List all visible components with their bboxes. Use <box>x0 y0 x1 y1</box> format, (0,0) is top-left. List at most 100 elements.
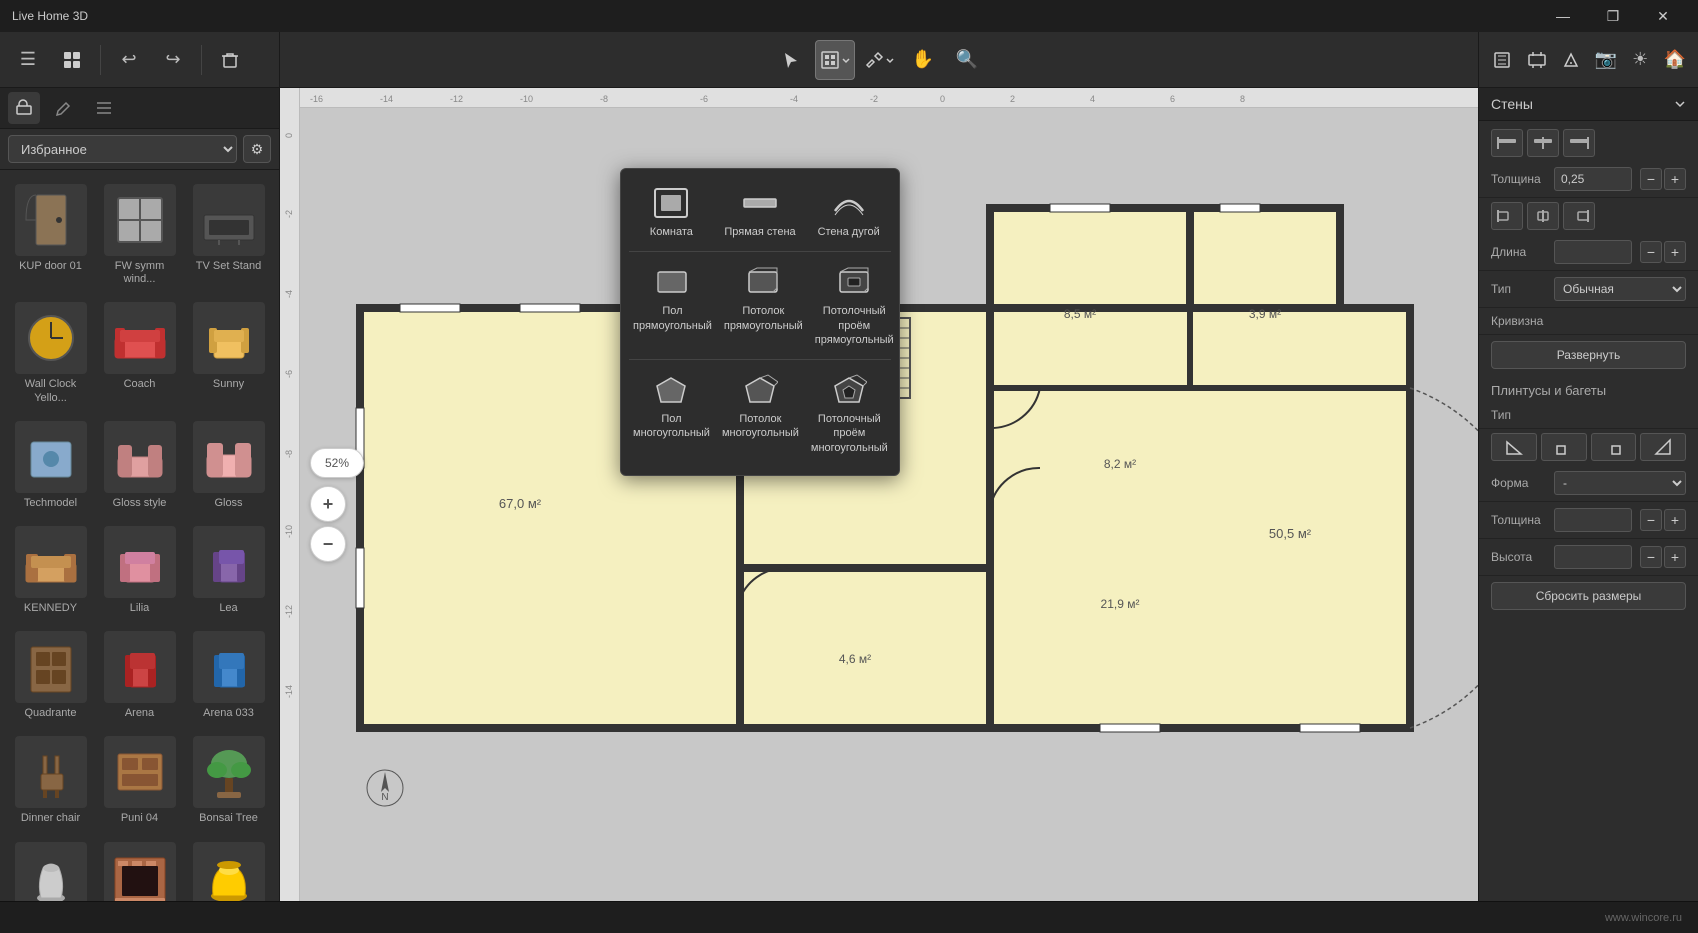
walls-button[interactable] <box>815 40 855 80</box>
popup-rect-floor[interactable]: Пол прямоугольный <box>629 256 716 355</box>
thickness-input[interactable] <box>1554 167 1632 191</box>
list-item[interactable]: Pot <box>186 836 271 902</box>
item-thumbnail <box>104 842 176 902</box>
popup-rect-ceiling-label: Потолок прямоугольный <box>724 304 803 333</box>
rt-btn6[interactable]: 🏠 <box>1660 40 1691 80</box>
skirting-thickness-stepper: − + <box>1640 509 1686 531</box>
skirting-shape-select[interactable]: - <box>1554 471 1686 495</box>
popup-poly-ceiling[interactable]: Потолок многоугольный <box>718 364 803 463</box>
category-settings-button[interactable]: ⚙ <box>243 135 271 163</box>
minimize-button[interactable]: — <box>1540 0 1586 32</box>
item-label: Techmodel <box>24 497 77 510</box>
tools-button[interactable] <box>859 40 899 80</box>
list-item[interactable]: Bonsai Tree <box>186 730 271 831</box>
delete-button[interactable] <box>210 40 250 80</box>
length-decrement[interactable]: − <box>1640 241 1662 263</box>
skirting-type-label: Тип <box>1491 408 1546 422</box>
list-item[interactable]: Gloss style <box>97 415 182 516</box>
popup-arc-wall[interactable]: Стена дугой <box>806 177 891 247</box>
list-item[interactable]: FW symm wind... <box>97 178 182 292</box>
svg-text:6: 6 <box>1170 94 1175 104</box>
cursor-button[interactable] <box>771 40 811 80</box>
length-increment[interactable]: + <box>1664 241 1686 263</box>
popup-divider-2 <box>629 359 891 360</box>
tab-furniture[interactable] <box>8 92 40 124</box>
svg-text:67,0 м²: 67,0 м² <box>499 496 542 511</box>
skirting-thickness-input[interactable] <box>1554 508 1632 532</box>
wall-align-right[interactable] <box>1563 129 1595 157</box>
list-item[interactable]: KENNEDY <box>8 520 93 621</box>
thickness-stepper: − + <box>1640 168 1686 190</box>
thickness-increment[interactable]: + <box>1664 168 1686 190</box>
category-dropdown[interactable]: Избранное <box>8 135 237 163</box>
list-item[interactable]: Sunny <box>186 296 271 410</box>
rt-btn3[interactable] <box>1556 40 1587 80</box>
list-item[interactable]: Quadrante <box>8 625 93 726</box>
list-item[interactable]: Arena <box>97 625 182 726</box>
list-item[interactable]: Dinner chair <box>8 730 93 831</box>
skirting-thickness-increment[interactable]: + <box>1664 509 1686 531</box>
tab-draw[interactable] <box>48 92 80 124</box>
rt-btn2[interactable] <box>1522 40 1553 80</box>
zoom-search-button[interactable]: 🔍 <box>947 40 987 80</box>
popup-straight-wall[interactable]: Прямая стена <box>718 177 803 247</box>
length-align-right[interactable] <box>1563 202 1595 230</box>
svg-text:21,9 м²: 21,9 м² <box>1101 597 1140 611</box>
rt-btn4[interactable]: 📷 <box>1591 40 1622 80</box>
svg-text:4: 4 <box>1090 94 1095 104</box>
length-align-center[interactable] <box>1527 202 1559 230</box>
skirting-type-1[interactable] <box>1491 433 1537 461</box>
tab-list[interactable] <box>88 92 120 124</box>
list-item[interactable]: Vase Teftonian <box>8 836 93 902</box>
type-select[interactable]: Обычная <box>1554 277 1686 301</box>
wall-align-center[interactable] <box>1527 129 1559 157</box>
popup-rect-ceiling[interactable]: Потолок прямоугольный <box>720 256 807 355</box>
list-item[interactable]: Gloss <box>186 415 271 516</box>
zoom-in-button[interactable]: + <box>310 486 346 522</box>
list-item[interactable]: Lea <box>186 520 271 621</box>
list-item[interactable]: Wall Clock Yello... <box>8 296 93 410</box>
canvas-area[interactable]: -16 -14 -12 -10 -8 -6 -4 -2 0 2 4 6 8 0 … <box>280 88 1478 901</box>
menu-button[interactable]: ☰ <box>8 40 48 80</box>
close-button[interactable]: ✕ <box>1640 0 1686 32</box>
list-item[interactable]: Lilia <box>97 520 182 621</box>
list-item[interactable]: Coach <box>97 296 182 410</box>
svg-text:2: 2 <box>1010 94 1015 104</box>
items-grid: KUP door 01FW symm wind...TV Set Stand Wa… <box>0 170 279 901</box>
item-label: Coach <box>124 378 156 391</box>
list-item[interactable]: KUP door 01 <box>8 178 93 292</box>
pan-button[interactable]: ✋ <box>903 40 943 80</box>
length-align-left[interactable] <box>1491 202 1523 230</box>
expand-button[interactable]: Развернуть <box>1491 341 1686 369</box>
popup-rect-ceiling-hole[interactable]: Потолочный проём прямоугольный <box>811 256 898 355</box>
skirting-type-4[interactable] <box>1640 433 1686 461</box>
skirting-height-decrement[interactable]: − <box>1640 546 1662 568</box>
rt-btn1[interactable] <box>1487 40 1518 80</box>
skirting-thickness-decrement[interactable]: − <box>1640 509 1662 531</box>
reset-button[interactable]: Сбросить размеры <box>1491 582 1686 610</box>
list-item[interactable]: Puni 04 <box>97 730 182 831</box>
list-item[interactable]: Techmodel <box>8 415 93 516</box>
redo-button[interactable]: ↪ <box>153 40 193 80</box>
length-input[interactable] <box>1554 240 1632 264</box>
skirting-height-increment[interactable]: + <box>1664 546 1686 568</box>
wall-align-left[interactable] <box>1491 129 1523 157</box>
skirting-type-3[interactable] <box>1591 433 1637 461</box>
skirting-height-input[interactable] <box>1554 545 1632 569</box>
zoom-out-button[interactable]: − <box>310 526 346 562</box>
restore-button[interactable]: ❐ <box>1590 0 1636 32</box>
popup-room[interactable]: Комната <box>629 177 714 247</box>
svg-text:-12: -12 <box>450 94 463 104</box>
library-button[interactable] <box>52 40 92 80</box>
svg-text:-6: -6 <box>700 94 708 104</box>
undo-button[interactable]: ↩ <box>109 40 149 80</box>
list-item[interactable]: Fireplace Brick <box>97 836 182 902</box>
thickness-decrement[interactable]: − <box>1640 168 1662 190</box>
popup-room-label: Комната <box>650 225 693 239</box>
skirting-type-2[interactable] <box>1541 433 1587 461</box>
list-item[interactable]: Arena 033 <box>186 625 271 726</box>
rt-btn5[interactable]: ☀ <box>1625 40 1656 80</box>
popup-poly-ceiling-hole[interactable]: Потолочный проём многоугольный <box>807 364 892 463</box>
list-item[interactable]: TV Set Stand <box>186 178 271 292</box>
popup-poly-floor[interactable]: Пол многоугольный <box>629 364 714 463</box>
